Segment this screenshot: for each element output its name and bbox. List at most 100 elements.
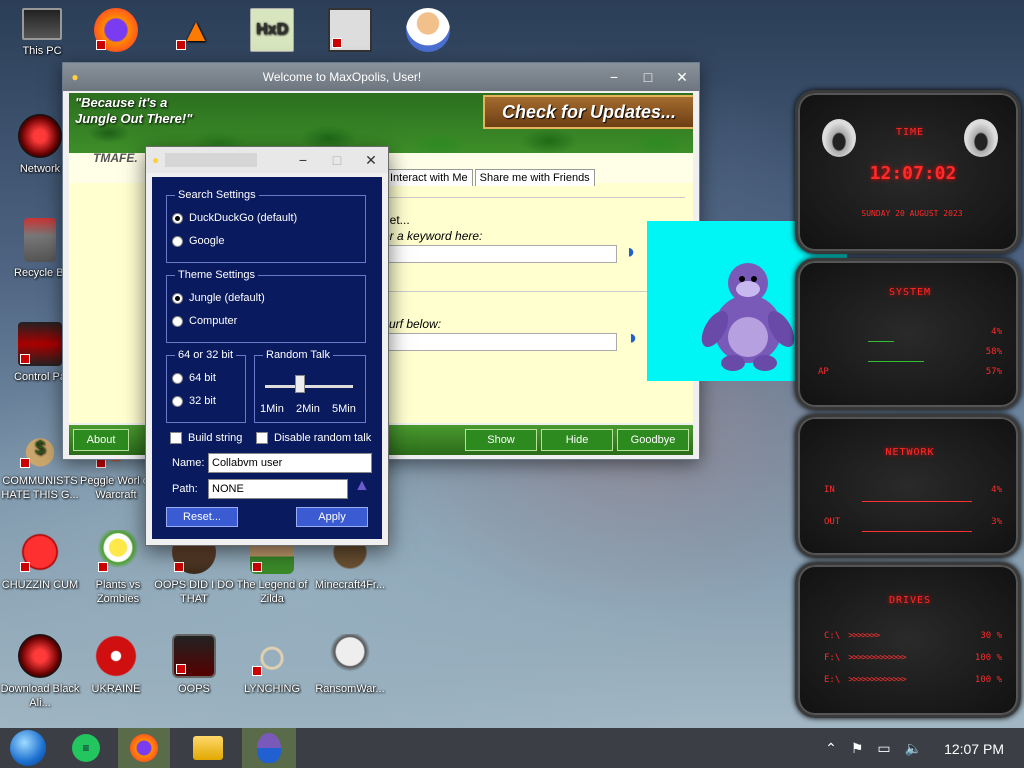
tab-interact[interactable]: Interact with Me: [385, 169, 473, 186]
desktop-icon-vlc[interactable]: ▲: [156, 8, 236, 56]
hide-button[interactable]: Hide: [541, 429, 613, 451]
name-label: Name:: [172, 457, 205, 469]
build-string-checkbox[interactable]: Build string: [170, 432, 242, 444]
disable-random-checkbox[interactable]: Disable random talk: [256, 432, 371, 444]
notes-icon: ≡: [72, 734, 100, 762]
drives-gadget: DRIVES C:\ >>>>>>> 30 % F:\ >>>>>>>>>>>>…: [795, 562, 1021, 718]
radio-button[interactable]: [172, 212, 183, 224]
radio-google[interactable]: Google: [172, 235, 224, 247]
url-input[interactable]: [385, 333, 617, 351]
bonzi-small-icon: ●: [71, 70, 79, 84]
about-button[interactable]: About: [73, 429, 129, 451]
system-label: AP: [818, 367, 829, 377]
noose-icon: [250, 634, 294, 678]
network-icon[interactable]: ▭: [877, 740, 890, 757]
radio-computer[interactable]: Computer: [172, 315, 237, 327]
taskbar-file-explorer[interactable]: [184, 728, 232, 768]
reset-button[interactable]: Reset...: [166, 507, 238, 527]
parrot-icon: ◗: [627, 327, 640, 349]
checkbox-label: Disable random talk: [274, 432, 372, 444]
desktop-icon-maze[interactable]: [310, 8, 390, 56]
checkbox[interactable]: [170, 432, 182, 444]
vlc-icon: ▲: [174, 8, 218, 52]
keyword-input[interactable]: [385, 245, 617, 263]
radio-64bit[interactable]: 64 bit: [172, 372, 216, 384]
system-value: 57%: [985, 367, 1002, 377]
chevron-up-icon[interactable]: ⌃: [825, 740, 837, 757]
tab-share[interactable]: Share me with Friends: [474, 169, 595, 186]
close-icon[interactable]: ✕: [354, 152, 388, 169]
search-settings-group: Search Settings: [166, 189, 366, 263]
close-icon[interactable]: ✕: [665, 69, 699, 86]
slogan: "Because it's a Jungle Out There!": [75, 95, 193, 126]
bonzi-browse-icon[interactable]: ▲: [354, 477, 370, 495]
taskbar-clock[interactable]: 12:07 PM: [944, 741, 1004, 757]
radio-jungle[interactable]: Jungle (default): [172, 292, 265, 304]
desktop-icon-oops[interactable]: OOPS: [154, 634, 234, 696]
desktop-icon-lynching[interactable]: LYNCHING: [232, 634, 312, 696]
random-talk-slider-thumb[interactable]: [295, 375, 305, 393]
desktop-icon-label: Recycle Bi: [14, 267, 66, 279]
desktop-icon-label: RansomWar...: [315, 683, 385, 695]
radio-label: 32 bit: [189, 395, 216, 407]
radio-button[interactable]: [172, 292, 183, 304]
radio-button[interactable]: [172, 235, 183, 247]
desktop-icon-label: This PC: [22, 45, 62, 57]
desktop-icon-ransomware[interactable]: RansomWar...: [310, 634, 390, 696]
drive-value: 30 %: [980, 631, 1002, 641]
radio-button[interactable]: [172, 372, 183, 384]
desktop-icon-doctor[interactable]: [388, 8, 468, 56]
taskbar-firefox[interactable]: [118, 728, 170, 768]
apply-button[interactable]: Apply: [296, 507, 368, 527]
flag-icon[interactable]: ⚑: [851, 740, 864, 757]
desktop-icon-label: UKRAINE: [91, 683, 141, 695]
desktop-icon-download-black[interactable]: Download Black Ali...: [0, 634, 80, 710]
network-row: IN 4%: [824, 485, 1002, 495]
check-updates-button[interactable]: Check for Updates...: [483, 95, 693, 129]
alien-head-icon: [964, 119, 998, 157]
taskbar-bonzi[interactable]: [242, 728, 296, 768]
radio-32bit[interactable]: 32 bit: [172, 395, 216, 407]
chuzzle-icon: [18, 530, 62, 574]
maximize-icon[interactable]: □: [320, 152, 354, 168]
path-label: Path:: [172, 483, 198, 495]
system-row: AP 57%: [818, 367, 1002, 377]
maximize-icon[interactable]: □: [631, 69, 665, 85]
minimize-icon[interactable]: −: [286, 152, 320, 168]
desktop-icon-hxd[interactable]: HxD: [232, 8, 312, 56]
maze-icon: [328, 8, 372, 52]
alien-orb-icon: [18, 634, 62, 678]
desktop-icon-label: Peggle Worl of Warcraft: [80, 475, 152, 501]
radio-label: DuckDuckGo (default): [189, 212, 298, 224]
name-field[interactable]: [208, 453, 372, 473]
random-talk-slider-track[interactable]: [265, 385, 353, 388]
desktop-icon-label: OOPS DID I DO THAT: [154, 579, 234, 605]
goodbye-button[interactable]: Goodbye: [617, 429, 689, 451]
desktop-icon-chuzzin[interactable]: CHUZZIN CUM: [0, 530, 80, 592]
group-label: Theme Settings: [178, 269, 256, 281]
radio-label: Jungle (default): [189, 292, 265, 304]
radio-button[interactable]: [172, 315, 183, 327]
main-titlebar[interactable]: ● Welcome to MaxOpolis, User! − □ ✕: [63, 63, 699, 91]
settings-titlebar[interactable]: ● − □ ✕: [146, 147, 388, 173]
drive-bar: >>>>>>>>>>>>>: [848, 675, 906, 685]
radio-button[interactable]: [172, 395, 183, 407]
desktop-icon-this-pc[interactable]: This PC: [2, 8, 82, 58]
memory-graph: [868, 361, 924, 362]
desktop-icon-ukraine[interactable]: UKRAINE: [76, 634, 156, 696]
show-button[interactable]: Show: [465, 429, 537, 451]
desktop-icon-firefox[interactable]: [76, 8, 156, 56]
start-button[interactable]: [4, 728, 52, 768]
radio-duckduckgo[interactable]: DuckDuckGo (default): [172, 212, 297, 224]
taskbar: ≡ ⌃ ⚑ ▭ 🔈 12:07 PM: [0, 728, 1024, 768]
path-field[interactable]: [208, 479, 348, 499]
control-panel-icon: [18, 322, 62, 366]
volume-icon[interactable]: 🔈: [905, 740, 922, 757]
checkbox[interactable]: [256, 432, 268, 444]
bird-icon: ◗: [625, 241, 638, 263]
minimize-icon[interactable]: −: [597, 69, 631, 85]
taskbar-notes[interactable]: ≡: [62, 728, 110, 768]
brand-logo: TMAFE.: [93, 151, 138, 165]
plant-icon: [96, 530, 140, 574]
tab-bar: Interact with Me Share me with Friends: [385, 169, 597, 186]
